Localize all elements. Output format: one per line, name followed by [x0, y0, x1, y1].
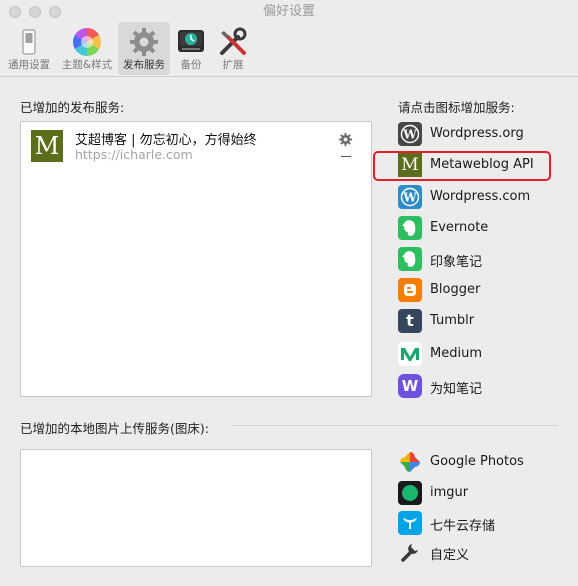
preferences-toolbar: 通用设置 主题&样式 发布服务 备份 扩展 — [0, 22, 578, 75]
wrench-icon — [398, 540, 422, 564]
service-label: Wordpress.org — [430, 126, 524, 141]
image-upload-services-list[interactable] — [20, 449, 372, 567]
service-label: 印象笔记 — [430, 255, 483, 270]
service-label: imgur — [430, 485, 469, 500]
blogger-icon — [398, 278, 422, 302]
service-label: 自定义 — [430, 548, 470, 563]
svg-text:W: W — [402, 191, 417, 205]
switch-icon — [22, 29, 36, 55]
tab-label: 通用设置 — [8, 59, 50, 71]
metaweblog-logo: M — [31, 130, 63, 162]
service-label: Medium — [430, 346, 482, 361]
imgur-icon — [398, 481, 422, 505]
account-name: 艾超博客 | 勿忘初心，方得始终 — [75, 133, 257, 148]
remove-account-button[interactable] — [341, 156, 351, 157]
color-wheel-icon — [73, 28, 101, 56]
publish-services-list[interactable]: M 艾超博客 | 勿忘初心，方得始终 https://icharle.com — [20, 121, 372, 397]
metaweblog-highlight-box — [373, 151, 551, 181]
added-publish-services-label: 已增加的发布服务: — [20, 100, 125, 115]
added-image-upload-label: 已增加的本地图片上传服务(图床): — [20, 421, 209, 436]
gear-icon — [130, 28, 158, 56]
tab-general[interactable]: 通用设置 — [3, 22, 55, 75]
tab-label: 扩展 — [222, 59, 244, 71]
wordpress-com-icon: W — [398, 185, 422, 209]
tab-publish[interactable]: 发布服务 — [118, 22, 170, 75]
tab-extensions[interactable]: 扩展 — [214, 22, 252, 75]
service-label: 为知笔记 — [430, 382, 483, 397]
service-label: Blogger — [430, 282, 481, 297]
service-label: 七牛云存储 — [430, 519, 496, 534]
section-divider — [232, 425, 558, 426]
tab-label: 主题&样式 — [61, 59, 113, 71]
tab-backup[interactable]: 备份 — [172, 22, 210, 75]
service-label: Evernote — [430, 220, 489, 235]
service-label: Tumblr — [430, 313, 475, 328]
time-machine-icon — [178, 30, 204, 52]
service-label: Google Photos — [430, 454, 524, 469]
medium-icon — [398, 342, 422, 366]
google-photos-icon — [398, 450, 422, 474]
yinxiang-icon — [398, 247, 422, 271]
svg-text:W: W — [402, 128, 417, 142]
add-service-hint: 请点击图标增加服务: — [398, 100, 515, 115]
wordpress-org-icon: W — [398, 122, 422, 146]
account-settings-icon[interactable] — [338, 132, 353, 147]
tab-theme[interactable]: 主题&样式 — [57, 22, 117, 75]
account-row[interactable]: M 艾超博客 | 勿忘初心，方得始终 https://icharle.com — [21, 122, 371, 168]
toolbar-divider — [0, 76, 578, 77]
window-title: 偏好设置 — [262, 4, 315, 19]
tools-icon — [220, 27, 247, 55]
wiz-icon: W — [398, 374, 422, 398]
evernote-icon — [398, 216, 422, 240]
tumblr-icon: t — [398, 309, 422, 333]
tab-label: 备份 — [180, 59, 202, 71]
account-url: https://icharle.com — [75, 147, 193, 162]
service-label: Wordpress.com — [430, 189, 531, 204]
tab-label: 发布服务 — [123, 59, 165, 71]
qiniu-icon — [398, 511, 422, 535]
